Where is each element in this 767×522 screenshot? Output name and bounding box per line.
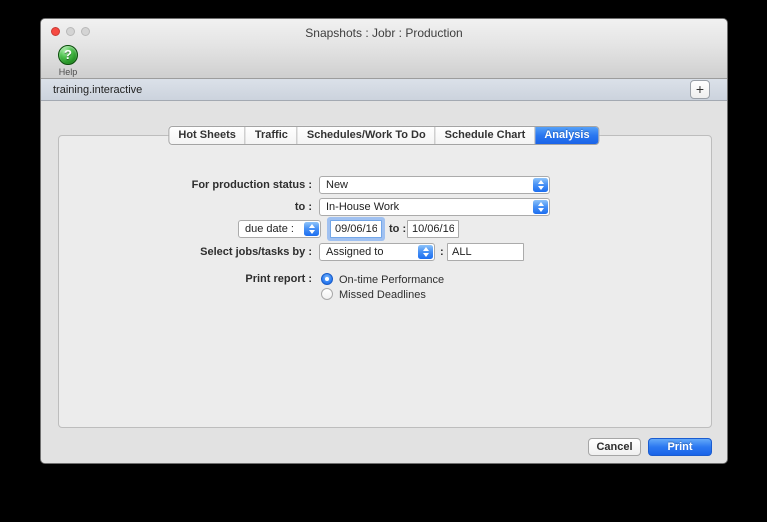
select-by-filter-field[interactable] xyxy=(447,243,524,261)
radio-on-time-performance[interactable] xyxy=(321,273,333,285)
select-by-separator: : xyxy=(440,243,444,261)
content-area: Hot Sheets Traffic Schedules/Work To Do … xyxy=(41,101,727,463)
production-status-value: New xyxy=(326,179,348,191)
print-button[interactable]: Print xyxy=(648,438,712,456)
document-tab-training-interactive[interactable]: training.interactive xyxy=(53,79,142,101)
help-button[interactable]: ? Help xyxy=(49,45,87,77)
app-window: Snapshots : Jobr : Production ? Help tra… xyxy=(40,18,728,464)
date-type-popup[interactable]: due date : xyxy=(238,220,321,238)
popup-stepper-icon xyxy=(533,178,548,192)
production-status-label: For production status : xyxy=(192,176,312,194)
window-title: Snapshots : Jobr : Production xyxy=(41,26,727,40)
select-by-label: Select jobs/tasks by : xyxy=(200,243,312,261)
tab-schedule-chart[interactable]: Schedule Chart xyxy=(436,127,536,144)
date-type-value: due date : xyxy=(245,223,294,235)
status-to-label: to : xyxy=(295,198,312,216)
popup-stepper-icon xyxy=(418,245,433,259)
view-tabs: Hot Sheets Traffic Schedules/Work To Do … xyxy=(168,126,599,145)
date-to-label: to : xyxy=(389,220,406,238)
document-tab-strip: training.interactive + xyxy=(41,79,727,101)
end-date-field[interactable] xyxy=(407,220,459,238)
popup-stepper-icon xyxy=(304,222,319,236)
start-date-field[interactable] xyxy=(330,220,382,238)
tab-traffic[interactable]: Traffic xyxy=(246,127,298,144)
select-by-popup[interactable]: Assigned to xyxy=(319,243,435,261)
add-tab-button[interactable]: + xyxy=(690,80,710,99)
radio-on-time-performance-label: On-time Performance xyxy=(339,274,444,286)
popup-stepper-icon xyxy=(533,200,548,214)
print-report-row: Print report : On-time Performance xyxy=(41,273,727,287)
tab-schedules-work-to-do[interactable]: Schedules/Work To Do xyxy=(298,127,436,144)
radio-missed-deadlines[interactable] xyxy=(321,288,333,300)
tab-hot-sheets[interactable]: Hot Sheets xyxy=(169,127,245,144)
date-range-row: From due date : to : xyxy=(41,220,727,238)
tab-analysis[interactable]: Analysis xyxy=(535,127,598,144)
status-to-row: to : In-House Work xyxy=(41,198,727,216)
print-report-label: Print report : xyxy=(245,273,312,285)
help-icon: ? xyxy=(58,45,78,65)
production-status-popup[interactable]: New xyxy=(319,176,550,194)
production-status-row: For production status : New xyxy=(41,176,727,194)
cancel-button[interactable]: Cancel xyxy=(588,438,641,456)
print-report-row2: Missed Deadlines xyxy=(41,288,727,302)
status-to-value: In-House Work xyxy=(326,201,399,213)
select-by-row: Select jobs/tasks by : Assigned to : xyxy=(41,243,727,261)
status-to-popup[interactable]: In-House Work xyxy=(319,198,550,216)
select-by-value: Assigned to xyxy=(326,246,383,258)
help-button-label: Help xyxy=(49,67,87,77)
radio-missed-deadlines-label: Missed Deadlines xyxy=(339,289,426,301)
plus-icon: + xyxy=(696,81,704,97)
title-bar: Snapshots : Jobr : Production ? Help xyxy=(41,19,727,79)
